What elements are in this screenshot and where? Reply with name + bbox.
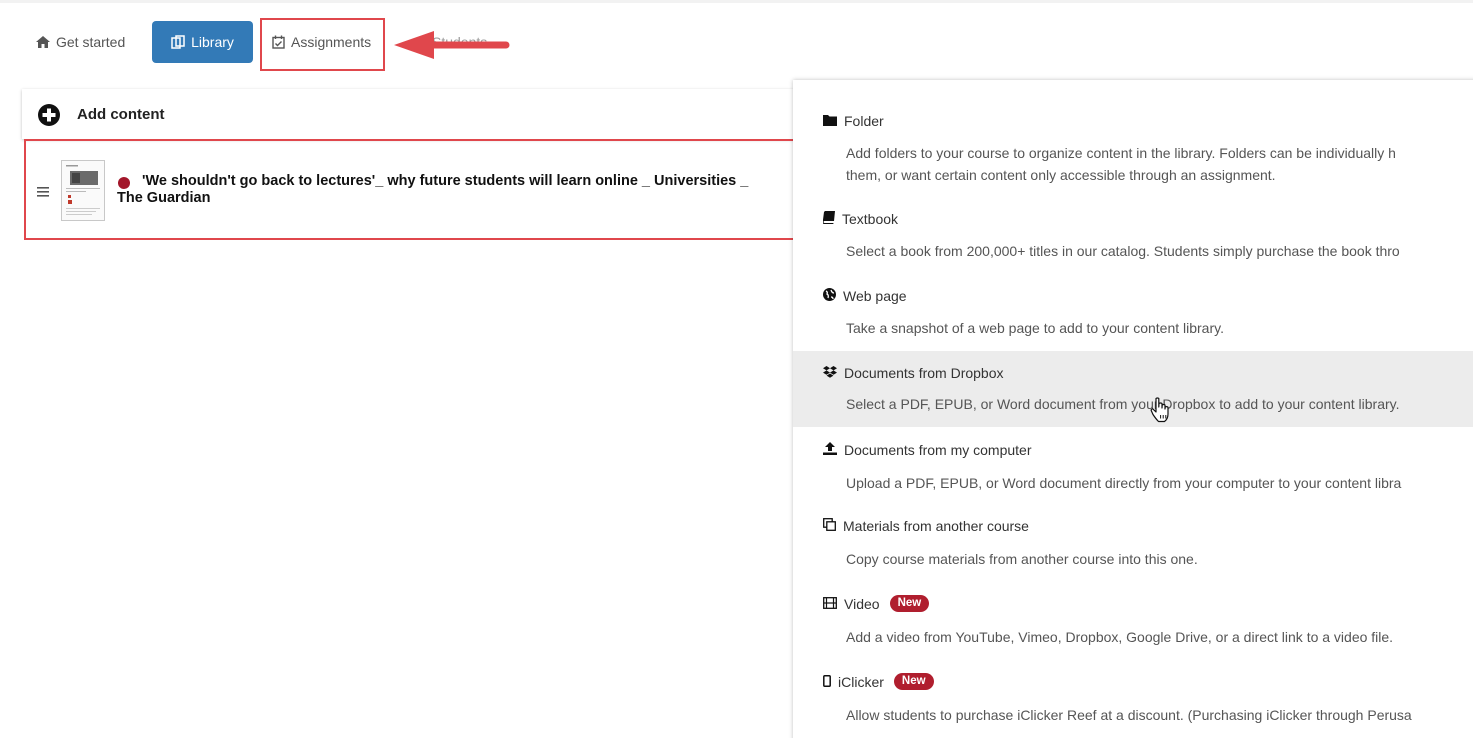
menu-item-description-line2: them, or want certain content only acces… <box>846 167 1276 183</box>
plus-circle-icon <box>38 104 60 131</box>
dropbox-icon <box>823 365 837 381</box>
menu-item-description: Allow students to purchase iClicker Reef… <box>846 707 1412 723</box>
drag-handle-icon[interactable] <box>37 184 49 202</box>
document-title[interactable]: 'We shouldn't go back to lectures'_ why … <box>117 173 777 207</box>
menu-item-web-page[interactable]: Web page Take a snapshot of a web page t… <box>793 276 1473 342</box>
menu-item-title: Textbook <box>842 211 899 227</box>
new-badge: New <box>889 595 930 612</box>
add-content-label: Add content <box>77 106 165 123</box>
home-icon <box>36 36 50 48</box>
menu-item-description: Upload a PDF, EPUB, or Word document dir… <box>846 475 1402 491</box>
calendar-check-icon <box>272 35 285 49</box>
new-badge: New <box>893 673 934 690</box>
menu-item-iclicker[interactable]: iClicker New Allow students to purchase … <box>793 662 1473 732</box>
upload-icon <box>823 442 837 458</box>
menu-item-title: Folder <box>844 113 884 129</box>
tab-get-started-label: Get started <box>56 34 126 50</box>
library-icon <box>171 35 185 49</box>
menu-item-description: Select a book from 200,000+ titles in ou… <box>846 243 1400 259</box>
menu-item-title: Video <box>844 595 880 612</box>
menu-item-my-computer[interactable]: Documents from my computer Upload a PDF,… <box>793 432 1473 498</box>
tab-assignments-label: Assignments <box>291 34 372 50</box>
globe-icon <box>823 288 836 304</box>
add-content-bar[interactable]: Add content <box>22 89 800 139</box>
tab-library[interactable]: Library <box>152 21 253 63</box>
menu-item-description: Select a PDF, EPUB, or Word document fro… <box>846 396 1400 412</box>
mobile-icon <box>823 674 831 690</box>
menu-item-folder[interactable]: Folder Add folders to your course to org… <box>793 100 1473 190</box>
document-thumbnail[interactable] <box>61 160 105 221</box>
menu-item-textbook[interactable]: Textbook Select a book from 200,000+ tit… <box>793 200 1473 266</box>
copy-icon <box>823 518 836 534</box>
menu-item-title: Documents from Dropbox <box>844 365 1004 381</box>
menu-item-description: Take a snapshot of a web page to add to … <box>846 320 1224 336</box>
menu-item-another-course[interactable]: Materials from another course Copy cours… <box>793 508 1473 574</box>
menu-item-title: Web page <box>843 288 907 304</box>
menu-item-title: Documents from my computer <box>844 442 1032 458</box>
film-icon <box>823 596 837 612</box>
hand-pointer-cursor-icon <box>1150 397 1170 428</box>
folder-icon <box>823 113 837 129</box>
menu-item-title: Materials from another course <box>843 518 1029 534</box>
add-content-menu: Folder Add folders to your course to org… <box>793 80 1473 738</box>
annotation-arrow-icon <box>392 28 510 69</box>
menu-item-description: Copy course materials from another cours… <box>846 551 1198 567</box>
book-icon <box>822 211 835 227</box>
menu-item-title: iClicker <box>838 673 884 690</box>
tab-assignments[interactable]: Assignments <box>272 21 371 63</box>
menu-item-description: Add folders to your course to organize c… <box>846 145 1396 161</box>
tab-library-label: Library <box>191 34 234 50</box>
course-nav: Get started Library Assignments Students <box>0 0 1473 80</box>
menu-item-dropbox[interactable]: Documents from Dropbox Select a PDF, EPU… <box>793 351 1473 427</box>
menu-item-video[interactable]: Video New Add a video from YouTube, Vime… <box>793 584 1473 654</box>
page: Get started Library Assignments Students <box>0 0 1473 738</box>
menu-item-description: Add a video from YouTube, Vimeo, Dropbox… <box>846 629 1394 645</box>
tab-get-started[interactable]: Get started <box>36 21 125 63</box>
